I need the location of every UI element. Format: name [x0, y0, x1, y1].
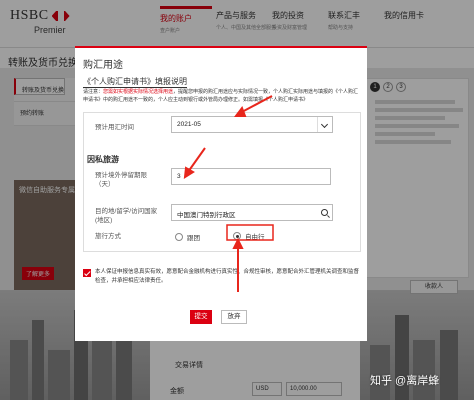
notice-highlight: 您需如实根据实际情况选择用途 — [103, 89, 174, 95]
chevron-down-icon — [317, 117, 332, 132]
planned-date-value: 2021-05 — [177, 121, 201, 128]
radio-label-tour: 跟团 — [187, 235, 200, 242]
stay-days-label: 预计境外停留期限 （天） — [95, 171, 147, 189]
destination-label: 目的地/留学/访问国家 (地区) — [95, 207, 157, 225]
radio-independent[interactable]: 自由行 — [233, 231, 265, 241]
watermark: 知乎 @离岸蜂 — [370, 375, 440, 387]
stay-days-label-line1: 预计境外停留期限 — [95, 172, 147, 179]
dialog-title: 购汇用途 — [83, 60, 123, 71]
agreement-text: 本人保证申报信息真实有效，愿意配合金融机构进行真实性、合规性审核，愿意配合外汇管… — [95, 269, 360, 284]
submit-button[interactable]: 提交 — [190, 310, 212, 324]
agreement-row: 本人保证申报信息真实有效，愿意配合金融机构进行真实性、合规性审核，愿意配合外汇管… — [83, 268, 361, 286]
stay-days-value: 3 — [177, 173, 181, 180]
agreement-checkbox[interactable] — [83, 269, 91, 277]
search-icon[interactable] — [321, 209, 328, 216]
stay-days-input[interactable]: 3 — [171, 168, 331, 185]
purchase-purpose-dialog: 购汇用途 《个人购汇申请书》填报说明 请注意：您需如实根据实际情况选择用途，提醒… — [75, 46, 367, 341]
planned-date-select[interactable]: 2021-05 — [171, 116, 333, 133]
radio-group-tour[interactable]: 跟团 — [175, 232, 200, 242]
notice-text: 请注意：您需如实根据实际情况选择用途，提醒您申报的购汇用途应与实际情况一致，个人… — [83, 88, 361, 104]
destination-label-line2: (地区) — [95, 217, 113, 224]
destination-value: 中国澳门特别行政区 — [177, 212, 236, 219]
section-private-travel: 因私旅游 — [87, 155, 119, 164]
destination-input[interactable]: 中国澳门特别行政区 — [171, 204, 333, 221]
destination-label-line1: 目的地/留学/访问国家 — [95, 208, 158, 215]
radio-button[interactable] — [175, 233, 183, 241]
notice-prefix: 请注意： — [83, 89, 104, 95]
cancel-button[interactable]: 放弃 — [221, 310, 247, 324]
planned-date-label: 预计用汇时间 — [95, 124, 134, 131]
radio-label-independent: 自由行 — [245, 234, 265, 241]
guide-link[interactable]: 《个人购汇申请书》填报说明 — [83, 76, 187, 88]
stay-days-label-line2: （天） — [95, 181, 115, 188]
radio-button-selected[interactable] — [233, 232, 241, 240]
travel-mode-label: 旅行方式 — [95, 233, 121, 240]
